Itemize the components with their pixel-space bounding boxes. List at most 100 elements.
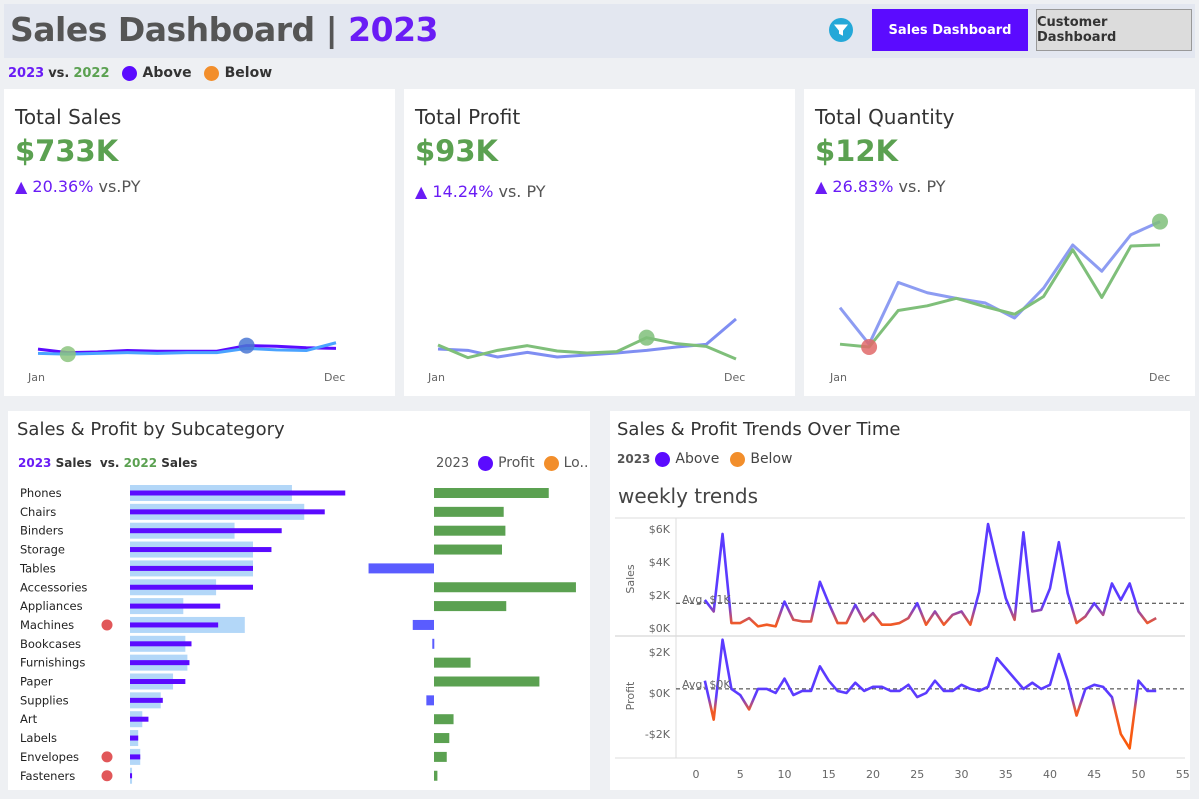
page-title: Sales Dashboard | 2023 <box>10 10 439 49</box>
x-tick-label: Dec <box>324 371 345 384</box>
subcategory-label: Labels <box>20 731 57 745</box>
subcategory-label: Chairs <box>20 505 56 519</box>
x-tick-label: Jan <box>27 371 45 384</box>
x-tick-label: 20 <box>866 768 880 781</box>
profit-bar <box>434 733 450 744</box>
quantity-sparkline: Jan Dec <box>829 213 1170 384</box>
subcategory-label: Machines <box>20 618 74 632</box>
profit-bar <box>434 488 549 498</box>
profit-bar <box>434 770 438 781</box>
profit-avg-label: Avg. $0K <box>682 678 731 691</box>
weekly-trends-chart: Sales Profit $0K $2K $4K $6K -$2K $0K $2K 0 5 10 1… <box>615 517 1190 781</box>
subcategory-chart: Phones Chairs Binders Storage Tables Accessor… <box>19 485 576 784</box>
subcategory-label: Art <box>20 712 38 726</box>
profit-bar <box>434 714 454 725</box>
x-tick-label: 15 <box>822 768 836 781</box>
subcategory-panel: Sales & Profit by Subcategory 2023 Sales… <box>8 411 590 790</box>
legend-previous-year: 2022 <box>73 65 110 81</box>
sales-axis-label: Sales <box>624 564 637 594</box>
x-tick-label: 25 <box>910 768 924 781</box>
x-tick-label: Jan <box>829 371 847 384</box>
profit-bar <box>412 619 434 630</box>
subcategory-label: Paper <box>20 675 53 689</box>
sales-2023-bar <box>130 565 253 571</box>
filter-icon[interactable] <box>829 18 853 42</box>
sales-2023-bar <box>130 641 192 647</box>
sales-2023-bar <box>130 679 186 684</box>
subcategory-label: Accessories <box>20 580 87 594</box>
sales-2023-bar <box>130 584 253 590</box>
profit-bar <box>434 751 447 762</box>
sales-2023-bar <box>130 509 325 515</box>
profit-bar <box>434 676 540 687</box>
subcategory-label: Fasteners <box>20 769 75 783</box>
x-tick-label: 0 <box>693 768 700 781</box>
profit-axis-label: Profit <box>624 681 637 710</box>
sales-2023-bar <box>130 773 133 779</box>
sales-y-tick-label: $4K <box>649 556 671 569</box>
x-tick-label: 35 <box>999 768 1013 781</box>
x-tick-label: 55 <box>1176 768 1190 781</box>
legend-current-year: 2023 <box>8 65 45 81</box>
sparkline-marker <box>1152 213 1168 230</box>
legend-vs: vs. <box>48 65 70 81</box>
x-tick-label: Jan <box>427 371 445 384</box>
x-tick-label: Dec <box>724 371 745 384</box>
subcategory-label: Phones <box>20 486 62 500</box>
kpi-card-profit: Total Profit $93K ▲ 14.24% vs. PY Jan De… <box>404 89 795 396</box>
sparkline-series-line <box>838 220 1161 346</box>
subcategory-label: Envelopes <box>20 750 79 764</box>
subcategory-label: Storage <box>20 543 65 557</box>
sales-2023-bar <box>130 735 139 741</box>
kpi-card-quantity: Total Quantity $12K ▲ 26.83% vs. PY Jan … <box>804 89 1195 396</box>
subcategory-label: Supplies <box>20 693 69 707</box>
x-tick-label: 40 <box>1043 768 1057 781</box>
sparkline-marker <box>238 337 255 354</box>
profit-bar <box>434 601 507 612</box>
sales-dashboard-button[interactable]: Sales Dashboard <box>872 9 1028 51</box>
sales-2023-bar <box>130 490 346 496</box>
x-tick-label: 5 <box>737 768 744 781</box>
x-tick-label: 30 <box>955 768 969 781</box>
profit-bar <box>368 563 434 574</box>
sparkline-marker <box>59 346 76 363</box>
subcategory-label: Furnishings <box>20 656 85 670</box>
profit-bar <box>434 544 502 555</box>
x-tick-label: Dec <box>1149 371 1170 384</box>
below-flag-marker <box>101 619 113 631</box>
sales-y-tick-label: $2K <box>649 589 671 602</box>
sparkline-marker <box>638 329 655 346</box>
profit-bar <box>426 695 434 706</box>
x-tick-label: 50 <box>1132 768 1146 781</box>
customer-dashboard-button[interactable]: Customer Dashboard <box>1036 9 1192 51</box>
profit-bar <box>434 506 504 517</box>
profit-bar <box>434 657 471 668</box>
sales-2023-bar <box>130 660 190 666</box>
profit-y-tick-label: $0K <box>649 687 671 700</box>
below-flag-marker <box>101 751 113 763</box>
sales-2023-bar <box>130 547 272 553</box>
year-legend: 2023 vs. 2022 Above Below <box>8 65 272 81</box>
profit-y-tick-label: -$2K <box>645 728 671 741</box>
weekly-profit-line <box>703 638 1157 750</box>
sales-2023-bar <box>130 754 141 760</box>
profit-bar <box>432 638 435 649</box>
subcategory-label: Appliances <box>20 599 83 613</box>
sales-avg-label: Avg. $1K <box>682 593 731 606</box>
legend-below-label: Below <box>224 65 273 81</box>
above-dot-icon <box>121 65 137 81</box>
subcategory-label: Bookcases <box>20 637 81 651</box>
x-tick-label: 10 <box>778 768 792 781</box>
sales-2023-bar <box>130 716 149 722</box>
profit-bar <box>434 525 506 536</box>
x-tick-label: 45 <box>1087 768 1101 781</box>
profit-bar <box>434 582 576 593</box>
kpi-card-sales: Total Sales $733K ▲ 20.36% vs.PY Jan Dec <box>4 89 395 396</box>
trends-panel: Sales & Profit Trends Over Time 2023 Abo… <box>610 411 1190 790</box>
subcategory-label: Tables <box>19 561 56 575</box>
legend-above-label: Above <box>142 65 192 81</box>
sales-2023-bar <box>130 528 282 534</box>
profit-sparkline: Jan Dec <box>427 317 745 384</box>
weekly-sales-line <box>703 522 1157 628</box>
sales-y-tick-label: $6K <box>649 523 671 536</box>
